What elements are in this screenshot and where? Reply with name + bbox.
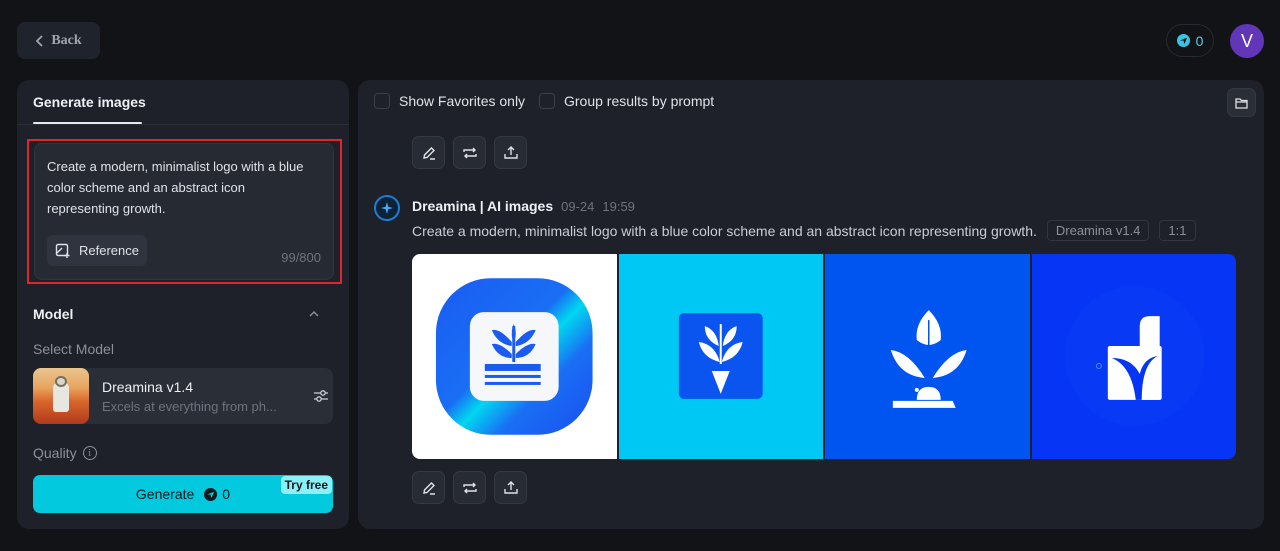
logo-leafy-plant-image — [890, 310, 967, 408]
chevron-left-icon — [36, 34, 43, 47]
image-grid — [412, 254, 1236, 459]
result-header: Dreamina | AI images 09-24 19:59 — [412, 198, 635, 214]
image-add-icon — [55, 243, 70, 258]
export-icon — [503, 145, 518, 159]
model-thumbnail — [33, 368, 89, 424]
group-by-prompt-toggle[interactable]: Group results by prompt — [539, 93, 714, 109]
prompt-input[interactable]: Create a modern, minimalist logo with a … — [34, 143, 334, 280]
credit-icon — [204, 487, 218, 501]
result-actions — [412, 471, 527, 504]
regenerate-button[interactable] — [453, 471, 486, 504]
tab-generate-images[interactable]: Generate images — [33, 94, 146, 110]
generated-image[interactable] — [618, 254, 823, 459]
prompt-text[interactable]: Create a modern, minimalist logo with a … — [47, 156, 317, 219]
folder-button[interactable] — [1227, 88, 1256, 117]
model-selector[interactable]: Dreamina v1.4 Excels at everything from … — [33, 368, 333, 424]
try-free-badge: Try free — [280, 476, 332, 494]
regenerate-button[interactable] — [453, 136, 486, 169]
model-name: Dreamina v1.4 — [102, 379, 194, 395]
quality-text: Quality — [33, 445, 77, 461]
sliders-icon[interactable] — [313, 388, 329, 404]
edit-button[interactable] — [412, 136, 445, 169]
logo-sprout-lines-image — [435, 278, 593, 435]
show-favorites-toggle[interactable]: Show Favorites only — [374, 93, 525, 109]
result-source: Dreamina | AI images — [412, 198, 554, 214]
export-icon — [503, 480, 518, 494]
edit-button[interactable] — [412, 471, 445, 504]
char-count: 99/800 — [281, 250, 321, 265]
select-model-label: Select Model — [33, 341, 114, 357]
back-button[interactable]: Back — [17, 22, 100, 59]
generate-cost: 0 — [204, 486, 230, 502]
regenerate-icon — [462, 147, 477, 158]
credit-icon — [1176, 34, 1190, 47]
previous-result-actions — [412, 136, 527, 169]
credits-count: 0 — [1195, 32, 1204, 49]
tab-divider — [17, 124, 349, 125]
result-prompt: Create a modern, minimalist logo with a … — [412, 222, 1037, 239]
folder-icon — [1235, 97, 1248, 109]
dreamina-logo-icon — [374, 195, 400, 221]
export-button[interactable] — [494, 136, 527, 169]
regenerate-icon — [462, 482, 477, 493]
show-favorites-checkbox[interactable] — [374, 93, 390, 109]
logo-sprout-arrow-image — [678, 313, 763, 399]
generated-image[interactable] — [1031, 254, 1236, 459]
chevron-up-icon[interactable] — [307, 307, 321, 321]
reference-button[interactable]: Reference — [47, 235, 147, 266]
model-section-title: Model — [33, 306, 74, 322]
group-by-prompt-checkbox[interactable] — [539, 93, 555, 109]
model-tag: Dreamina v1.4 — [1046, 220, 1150, 241]
model-description: Excels at everything from ph... — [102, 399, 277, 414]
generate-cost-value: 0 — [222, 486, 231, 502]
ratio-tag: 1:1 — [1159, 220, 1196, 241]
generate-button[interactable]: Generate 0 Try free — [33, 475, 333, 513]
export-button[interactable] — [494, 471, 527, 504]
results-panel: Show Favorites only Group results by pro… — [358, 80, 1264, 529]
generated-image[interactable] — [825, 254, 1030, 459]
edit-icon — [422, 481, 435, 495]
result-time: 19:59 — [602, 199, 635, 214]
result-prompt-row: Create a modern, minimalist logo with a … — [412, 220, 1196, 241]
reference-label: Reference — [79, 243, 139, 258]
generate-label: Generate — [135, 486, 195, 502]
generate-panel: Generate images Create a modern, minimal… — [17, 80, 349, 529]
back-label: Back — [51, 32, 82, 48]
group-by-prompt-label: Group results by prompt — [564, 93, 715, 109]
generated-image[interactable] — [412, 254, 617, 459]
quality-label: Quality i — [33, 445, 97, 461]
credits-pill[interactable]: 0 — [1166, 24, 1214, 57]
show-favorites-label: Show Favorites only — [399, 93, 526, 109]
info-icon[interactable]: i — [82, 446, 97, 460]
logo-abstract-sprout-image — [1064, 286, 1205, 426]
avatar[interactable]: V — [1230, 24, 1264, 58]
edit-icon — [422, 146, 435, 160]
result-date: 09-24 — [561, 199, 595, 214]
